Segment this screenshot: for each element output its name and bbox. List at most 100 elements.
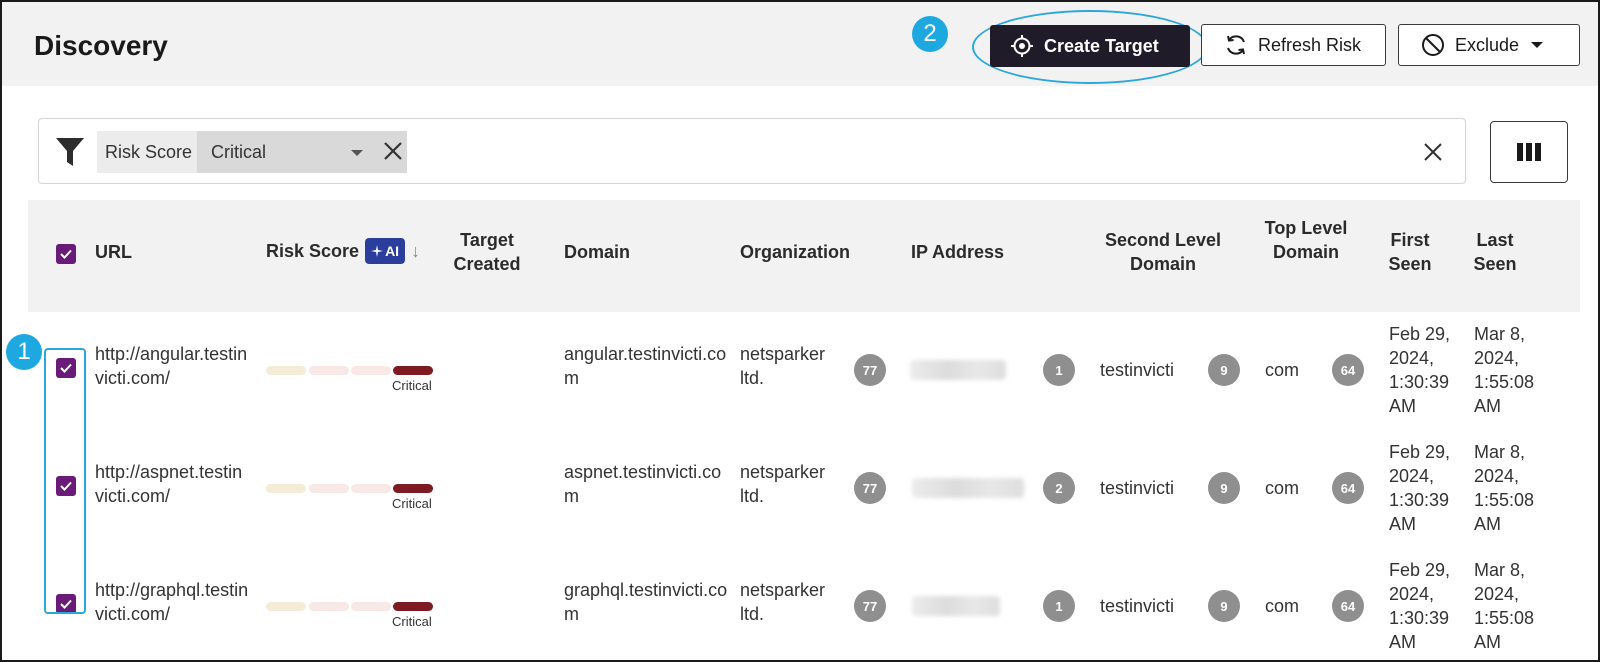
first-seen-cell: Feb 29, 2024, 1:30:39 AM	[1389, 560, 1451, 652]
chevron-down-icon	[1531, 42, 1544, 48]
columns-icon	[1517, 143, 1541, 161]
risk-bar-critical	[393, 602, 433, 611]
block-icon	[1422, 34, 1444, 56]
second-level-domain-cell: testinvicti	[1100, 478, 1175, 498]
tld-count-badge[interactable]: 64	[1332, 354, 1364, 386]
refresh-risk-button[interactable]: Refresh Risk	[1201, 24, 1386, 66]
clear-filters-icon[interactable]	[1423, 142, 1443, 162]
top-level-domain-cell: com	[1265, 360, 1300, 380]
discovery-table: URL Risk Score AI ↓ Target Created Domai…	[28, 200, 1580, 660]
row-checkbox[interactable]	[56, 594, 76, 614]
column-header-second-level-domain[interactable]: Second Level Domain	[1098, 228, 1228, 276]
organization-count-badge[interactable]: 77	[854, 354, 886, 386]
filter-field-label: Risk Score	[97, 131, 197, 173]
top-level-domain-cell: com	[1265, 478, 1300, 498]
risk-level-label: Critical	[392, 378, 432, 393]
last-seen-cell: Mar 8, 2024, 1:55:08 AM	[1474, 560, 1535, 652]
check-icon	[60, 481, 72, 491]
risk-bar-high	[351, 484, 391, 493]
column-header-first-seen[interactable]: First Seen	[1382, 228, 1438, 276]
tld-count-badge[interactable]: 64	[1332, 472, 1364, 504]
url-link[interactable]: http://aspnet.testinvicti.com/	[95, 460, 250, 508]
table-row[interactable]: http://graphql.testinvicti.com/ Critical…	[28, 548, 1580, 660]
column-header-risk-score[interactable]: Risk Score AI ↓	[266, 238, 420, 264]
risk-bar-medium	[309, 484, 349, 493]
column-header-top-level-domain[interactable]: Top Level Domain	[1264, 216, 1348, 264]
organization-cell: netsparker ltd.	[740, 580, 826, 624]
ip-address-redacted	[910, 360, 1006, 380]
risk-bar-low	[266, 602, 306, 611]
risk-bar-high	[351, 366, 391, 375]
check-icon	[60, 363, 72, 373]
callout-1: 1	[6, 334, 42, 370]
column-settings-button[interactable]	[1490, 121, 1568, 183]
risk-score-header-label: Risk Score	[266, 241, 360, 261]
sld-count-badge[interactable]: 9	[1208, 590, 1240, 622]
risk-level-label: Critical	[392, 614, 432, 629]
domain-cell: graphql.testinvicti.com	[564, 580, 728, 624]
last-seen-cell: Mar 8, 2024, 1:55:08 AM	[1474, 442, 1535, 534]
organization-cell: netsparker ltd.	[740, 344, 826, 388]
domain-cell: aspnet.testinvicti.com	[564, 462, 722, 506]
tld-count-badge[interactable]: 64	[1332, 590, 1364, 622]
column-header-url[interactable]: URL	[95, 240, 132, 264]
column-header-last-seen[interactable]: Last Seen	[1466, 228, 1524, 276]
exclude-label: Exclude	[1455, 34, 1520, 55]
first-seen-cell: Feb 29, 2024, 1:30:39 AM	[1389, 442, 1451, 534]
risk-bar-medium	[309, 366, 349, 375]
app-window: Discovery 2 Create Target Refresh Risk E…	[0, 0, 1600, 662]
url-link[interactable]: http://angular.testinvicti.com/	[95, 342, 250, 390]
second-level-domain-cell: testinvicti	[1100, 596, 1175, 616]
filter-bar: Risk Score Critical	[38, 118, 1466, 184]
chevron-down-icon[interactable]	[351, 150, 363, 156]
row-checkbox[interactable]	[56, 358, 76, 378]
risk-bar-medium	[309, 602, 349, 611]
ip-address-redacted	[912, 596, 1000, 616]
risk-bar-critical	[393, 484, 433, 493]
row-checkbox[interactable]	[56, 476, 76, 496]
column-header-domain[interactable]: Domain	[564, 240, 630, 264]
crosshair-icon	[1011, 35, 1033, 57]
risk-bar-high	[351, 602, 391, 611]
ip-count-badge[interactable]: 1	[1043, 590, 1075, 622]
column-header-ip-address[interactable]: IP Address	[911, 240, 1004, 264]
table-header: URL Risk Score AI ↓ Target Created Domai…	[28, 200, 1580, 313]
domain-cell: angular.testinvicti.com	[564, 344, 727, 388]
funnel-icon	[56, 138, 84, 166]
sld-count-badge[interactable]: 9	[1208, 472, 1240, 504]
risk-bar-critical	[393, 366, 433, 375]
risk-bar-low	[266, 366, 306, 375]
organization-count-badge[interactable]: 77	[854, 472, 886, 504]
ip-count-badge[interactable]: 1	[1043, 354, 1075, 386]
table-row[interactable]: http://angular.testinvicti.com/ Critical…	[28, 312, 1580, 431]
refresh-icon	[1227, 35, 1245, 55]
select-all-checkbox[interactable]	[56, 244, 76, 264]
sort-down-icon[interactable]: ↓	[411, 239, 420, 263]
page-title: Discovery	[34, 30, 168, 61]
ip-address-redacted	[912, 478, 1024, 498]
risk-level-label: Critical	[392, 496, 432, 511]
url-link[interactable]: http://graphql.testinvicti.com/	[95, 578, 250, 626]
organization-cell: netsparker ltd.	[740, 462, 826, 506]
column-header-organization[interactable]: Organization	[740, 240, 850, 264]
organization-count-badge[interactable]: 77	[854, 590, 886, 622]
create-target-label: Create Target	[1044, 35, 1159, 56]
page-header: Discovery 2 Create Target Refresh Risk E…	[2, 2, 1598, 86]
sparkle-icon	[371, 245, 384, 257]
remove-filter-icon[interactable]	[382, 140, 404, 162]
column-header-target-created[interactable]: Target Created	[442, 228, 532, 276]
ip-count-badge[interactable]: 2	[1043, 472, 1075, 504]
last-seen-cell: Mar 8, 2024, 1:55:08 AM	[1474, 324, 1535, 416]
top-level-domain-cell: com	[1265, 596, 1300, 616]
table-row[interactable]: http://aspnet.testinvicti.com/ Critical …	[28, 430, 1580, 549]
check-icon	[60, 599, 72, 609]
create-target-button[interactable]: Create Target	[990, 25, 1190, 67]
sld-count-badge[interactable]: 9	[1208, 354, 1240, 386]
second-level-domain-cell: testinvicti	[1100, 360, 1175, 380]
first-seen-cell: Feb 29, 2024, 1:30:39 AM	[1389, 324, 1451, 416]
refresh-risk-label: Refresh Risk	[1258, 34, 1362, 55]
callout-2: 2	[912, 16, 948, 52]
exclude-dropdown[interactable]: Exclude	[1398, 24, 1580, 66]
filter-value-select[interactable]: Critical	[197, 131, 407, 173]
ai-badge-label: AI	[385, 243, 400, 259]
